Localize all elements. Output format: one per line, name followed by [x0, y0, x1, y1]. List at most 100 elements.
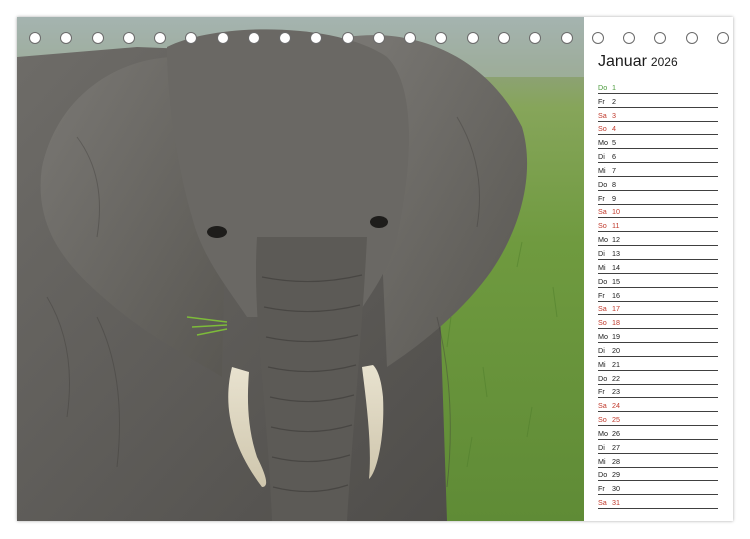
weekday-label: Sa	[598, 110, 607, 120]
weekday-label: Mi	[598, 456, 606, 466]
weekday-label: Mi	[598, 262, 606, 272]
day-number: 26	[612, 428, 620, 438]
day-number: 22	[612, 373, 620, 383]
spiral-binding-ring-icon	[591, 32, 604, 44]
day-row: Do 29	[598, 468, 718, 482]
day-number: 12	[612, 235, 620, 245]
spiral-binding-ring-icon	[29, 32, 41, 44]
day-number: 30	[612, 484, 620, 494]
month-title: Januar	[598, 53, 647, 70]
day-row: So 25	[598, 412, 718, 427]
elephant-illustration	[17, 17, 584, 521]
day-row: Di 27	[598, 440, 718, 454]
day-row: Fr 16	[598, 288, 718, 302]
spiral-binding-ring-icon	[122, 32, 135, 44]
day-number: 21	[612, 359, 620, 369]
weekday-label: Do	[598, 470, 608, 480]
day-row: Do 22	[598, 371, 718, 385]
day-number: 11	[612, 221, 620, 231]
weekday-label: So	[598, 124, 607, 134]
spiral-binding-ring-icon	[497, 32, 510, 44]
day-number: 24	[612, 401, 620, 411]
day-number: 6	[612, 152, 616, 162]
weekday-label: Fr	[598, 484, 605, 494]
spiral-binding-ring-icon	[91, 32, 104, 44]
day-row: Mi 14	[598, 260, 718, 274]
spiral-binding-ring-icon	[279, 32, 292, 44]
weekday-label: Do	[598, 82, 608, 92]
day-number: 8	[612, 179, 616, 189]
day-row: Sa 31	[598, 495, 718, 510]
day-row: Fr 2	[598, 94, 718, 108]
day-row: Sa 10	[598, 205, 718, 219]
weekday-label: Do	[598, 373, 608, 383]
spiral-binding-ring-icon	[60, 32, 73, 44]
day-row: Di 20	[598, 343, 718, 357]
weekday-label: Di	[598, 152, 605, 162]
day-number: 29	[612, 470, 620, 480]
day-number: 18	[612, 318, 620, 328]
day-row: Mi 7	[598, 163, 718, 177]
elephant-photo	[17, 17, 584, 521]
day-number: 13	[612, 248, 620, 258]
day-row: Sa 17	[598, 302, 718, 316]
day-row: Do 8	[598, 177, 718, 191]
day-number: 23	[612, 387, 620, 397]
weekday-label: Mo	[598, 235, 608, 245]
weekday-label: Fr	[598, 96, 605, 106]
day-row: Sa 24	[598, 398, 718, 413]
weekday-label: Mi	[598, 165, 606, 175]
day-row: So 4	[598, 122, 718, 136]
day-number: 31	[612, 498, 620, 508]
weekday-label: Do	[598, 276, 608, 286]
weekday-label: Fr	[598, 193, 605, 203]
weekday-label: Sa	[598, 401, 607, 411]
calendar-panel: Januar 2026 Do 1 Fr 2 Sa 3 So 4 Mo 5 Di 6 Mi 7 Do 8 Fr 9 Sa…	[598, 49, 718, 510]
day-row: Sa 3	[598, 108, 718, 122]
spiral-binding-ring-icon	[247, 32, 260, 44]
weekday-label: Sa	[598, 498, 607, 508]
day-number: 19	[612, 332, 620, 342]
spiral-binding	[29, 32, 729, 48]
day-number: 14	[612, 262, 620, 272]
weekday-label: Di	[598, 345, 605, 355]
day-row: Fr 9	[598, 191, 718, 205]
month-header: Januar 2026	[598, 49, 718, 75]
day-number: 15	[612, 276, 620, 286]
year-label: 2026	[650, 55, 678, 69]
day-row: Fr 23	[598, 385, 718, 399]
day-row: Do 1	[598, 80, 718, 94]
day-number: 1	[612, 82, 616, 92]
day-number: 10	[612, 207, 620, 217]
day-row: Di 6	[598, 149, 718, 164]
day-number: 27	[612, 442, 620, 452]
spiral-binding-ring-icon	[310, 32, 323, 44]
day-number: 16	[612, 290, 620, 300]
day-number: 7	[612, 165, 616, 175]
day-number: 25	[612, 415, 620, 425]
spiral-binding-ring-icon	[216, 32, 229, 44]
spiral-binding-ring-icon	[685, 32, 698, 44]
spiral-binding-ring-icon	[372, 32, 385, 44]
day-number: 4	[612, 124, 616, 134]
day-number: 2	[612, 96, 616, 106]
day-row: Mo 26	[598, 426, 718, 440]
weekday-label: Mo	[598, 138, 608, 148]
day-row: Fr 30	[598, 481, 718, 496]
day-row: Do 15	[598, 274, 718, 288]
weekday-label: Sa	[598, 304, 607, 314]
day-row: Mo 12	[598, 232, 718, 247]
weekday-label: So	[598, 415, 607, 425]
weekday-label: Fr	[598, 387, 605, 397]
weekday-label: Mo	[598, 332, 608, 342]
day-row: Mi 21	[598, 357, 718, 371]
day-number: 28	[612, 456, 620, 466]
day-number: 9	[612, 193, 616, 203]
weekday-label: Fr	[598, 290, 605, 300]
day-row: Mo 5	[598, 135, 718, 150]
spiral-binding-ring-icon	[185, 32, 198, 44]
day-row: So 11	[598, 218, 718, 233]
day-number: 3	[612, 110, 616, 120]
spiral-binding-ring-icon	[341, 32, 354, 44]
weekday-label: Mi	[598, 359, 606, 369]
